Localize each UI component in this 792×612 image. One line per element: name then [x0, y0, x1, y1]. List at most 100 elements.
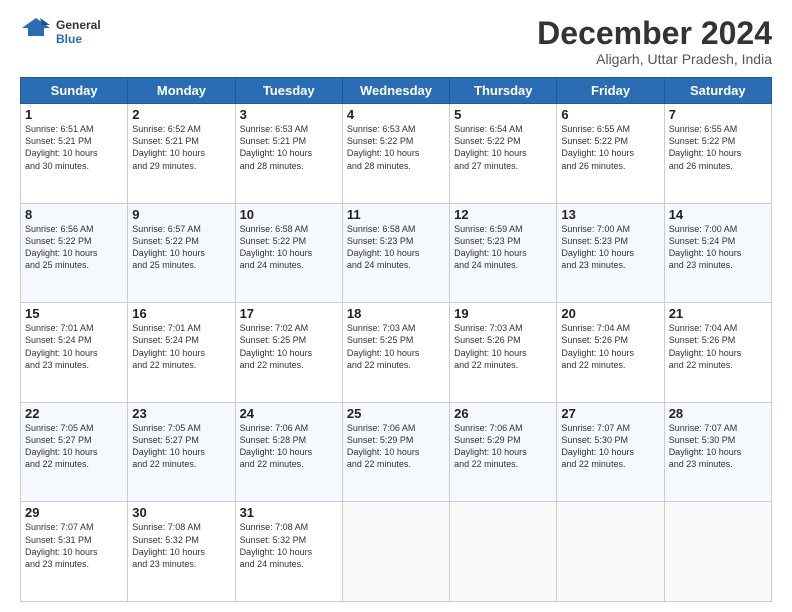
day-number: 7: [669, 107, 767, 122]
day-number: 29: [25, 505, 123, 520]
cell-text: Sunrise: 7:07 AM Sunset: 5:30 PM Dayligh…: [669, 422, 767, 471]
logo-blue: Blue: [56, 32, 101, 46]
calendar-cell: 5Sunrise: 6:54 AM Sunset: 5:22 PM Daylig…: [450, 104, 557, 204]
calendar-cell: 23Sunrise: 7:05 AM Sunset: 5:27 PM Dayli…: [128, 402, 235, 502]
calendar-cell: 18Sunrise: 7:03 AM Sunset: 5:25 PM Dayli…: [342, 303, 449, 403]
day-number: 18: [347, 306, 445, 321]
cell-text: Sunrise: 6:55 AM Sunset: 5:22 PM Dayligh…: [561, 123, 659, 172]
page: GeneralBlue December 2024 Aligarh, Uttar…: [0, 0, 792, 612]
day-number: 23: [132, 406, 230, 421]
calendar-week-row: 1Sunrise: 6:51 AM Sunset: 5:21 PM Daylig…: [21, 104, 772, 204]
calendar-cell: [450, 502, 557, 602]
day-number: 11: [347, 207, 445, 222]
cell-text: Sunrise: 6:52 AM Sunset: 5:21 PM Dayligh…: [132, 123, 230, 172]
cell-text: Sunrise: 7:01 AM Sunset: 5:24 PM Dayligh…: [25, 322, 123, 371]
calendar-cell: 31Sunrise: 7:08 AM Sunset: 5:32 PM Dayli…: [235, 502, 342, 602]
calendar-cell: 14Sunrise: 7:00 AM Sunset: 5:24 PM Dayli…: [664, 203, 771, 303]
col-header-friday: Friday: [557, 78, 664, 104]
day-number: 14: [669, 207, 767, 222]
day-number: 16: [132, 306, 230, 321]
day-number: 17: [240, 306, 338, 321]
day-number: 19: [454, 306, 552, 321]
day-number: 22: [25, 406, 123, 421]
month-title: December 2024: [537, 16, 772, 51]
cell-text: Sunrise: 7:08 AM Sunset: 5:32 PM Dayligh…: [240, 521, 338, 570]
cell-text: Sunrise: 6:59 AM Sunset: 5:23 PM Dayligh…: [454, 223, 552, 272]
day-number: 26: [454, 406, 552, 421]
day-number: 6: [561, 107, 659, 122]
cell-text: Sunrise: 6:54 AM Sunset: 5:22 PM Dayligh…: [454, 123, 552, 172]
cell-text: Sunrise: 6:51 AM Sunset: 5:21 PM Dayligh…: [25, 123, 123, 172]
cell-text: Sunrise: 6:58 AM Sunset: 5:23 PM Dayligh…: [347, 223, 445, 272]
day-number: 3: [240, 107, 338, 122]
cell-text: Sunrise: 7:04 AM Sunset: 5:26 PM Dayligh…: [669, 322, 767, 371]
cell-text: Sunrise: 7:07 AM Sunset: 5:31 PM Dayligh…: [25, 521, 123, 570]
calendar-cell: 10Sunrise: 6:58 AM Sunset: 5:22 PM Dayli…: [235, 203, 342, 303]
cell-text: Sunrise: 7:00 AM Sunset: 5:24 PM Dayligh…: [669, 223, 767, 272]
calendar-cell: 1Sunrise: 6:51 AM Sunset: 5:21 PM Daylig…: [21, 104, 128, 204]
cell-text: Sunrise: 7:06 AM Sunset: 5:28 PM Dayligh…: [240, 422, 338, 471]
cell-text: Sunrise: 7:01 AM Sunset: 5:24 PM Dayligh…: [132, 322, 230, 371]
calendar-cell: 17Sunrise: 7:02 AM Sunset: 5:25 PM Dayli…: [235, 303, 342, 403]
calendar-cell: 4Sunrise: 6:53 AM Sunset: 5:22 PM Daylig…: [342, 104, 449, 204]
cell-text: Sunrise: 7:06 AM Sunset: 5:29 PM Dayligh…: [347, 422, 445, 471]
calendar-cell: 15Sunrise: 7:01 AM Sunset: 5:24 PM Dayli…: [21, 303, 128, 403]
day-number: 31: [240, 505, 338, 520]
cell-text: Sunrise: 7:08 AM Sunset: 5:32 PM Dayligh…: [132, 521, 230, 570]
day-number: 12: [454, 207, 552, 222]
cell-text: Sunrise: 6:58 AM Sunset: 5:22 PM Dayligh…: [240, 223, 338, 272]
calendar-week-row: 22Sunrise: 7:05 AM Sunset: 5:27 PM Dayli…: [21, 402, 772, 502]
day-number: 30: [132, 505, 230, 520]
calendar-cell: 24Sunrise: 7:06 AM Sunset: 5:28 PM Dayli…: [235, 402, 342, 502]
day-number: 9: [132, 207, 230, 222]
calendar-cell: 22Sunrise: 7:05 AM Sunset: 5:27 PM Dayli…: [21, 402, 128, 502]
logo-general: General: [56, 18, 101, 32]
day-number: 13: [561, 207, 659, 222]
calendar-cell: 16Sunrise: 7:01 AM Sunset: 5:24 PM Dayli…: [128, 303, 235, 403]
calendar-cell: 13Sunrise: 7:00 AM Sunset: 5:23 PM Dayli…: [557, 203, 664, 303]
day-number: 20: [561, 306, 659, 321]
col-header-sunday: Sunday: [21, 78, 128, 104]
col-header-wednesday: Wednesday: [342, 78, 449, 104]
calendar-week-row: 15Sunrise: 7:01 AM Sunset: 5:24 PM Dayli…: [21, 303, 772, 403]
cell-text: Sunrise: 6:53 AM Sunset: 5:22 PM Dayligh…: [347, 123, 445, 172]
logo: GeneralBlue: [20, 16, 101, 48]
day-number: 2: [132, 107, 230, 122]
day-number: 28: [669, 406, 767, 421]
cell-text: Sunrise: 6:53 AM Sunset: 5:21 PM Dayligh…: [240, 123, 338, 172]
calendar-cell: 21Sunrise: 7:04 AM Sunset: 5:26 PM Dayli…: [664, 303, 771, 403]
calendar-cell: [342, 502, 449, 602]
calendar-cell: 6Sunrise: 6:55 AM Sunset: 5:22 PM Daylig…: [557, 104, 664, 204]
calendar-cell: 7Sunrise: 6:55 AM Sunset: 5:22 PM Daylig…: [664, 104, 771, 204]
col-header-monday: Monday: [128, 78, 235, 104]
day-number: 25: [347, 406, 445, 421]
cell-text: Sunrise: 7:02 AM Sunset: 5:25 PM Dayligh…: [240, 322, 338, 371]
calendar-cell: 11Sunrise: 6:58 AM Sunset: 5:23 PM Dayli…: [342, 203, 449, 303]
location: Aligarh, Uttar Pradesh, India: [537, 51, 772, 67]
calendar-table: SundayMondayTuesdayWednesdayThursdayFrid…: [20, 77, 772, 602]
cell-text: Sunrise: 7:03 AM Sunset: 5:26 PM Dayligh…: [454, 322, 552, 371]
calendar-cell: [557, 502, 664, 602]
header: GeneralBlue December 2024 Aligarh, Uttar…: [20, 16, 772, 67]
calendar-cell: 29Sunrise: 7:07 AM Sunset: 5:31 PM Dayli…: [21, 502, 128, 602]
calendar-cell: 30Sunrise: 7:08 AM Sunset: 5:32 PM Dayli…: [128, 502, 235, 602]
calendar-cell: 26Sunrise: 7:06 AM Sunset: 5:29 PM Dayli…: [450, 402, 557, 502]
calendar-header-row: SundayMondayTuesdayWednesdayThursdayFrid…: [21, 78, 772, 104]
cell-text: Sunrise: 7:07 AM Sunset: 5:30 PM Dayligh…: [561, 422, 659, 471]
cell-text: Sunrise: 6:57 AM Sunset: 5:22 PM Dayligh…: [132, 223, 230, 272]
day-number: 1: [25, 107, 123, 122]
calendar-week-row: 29Sunrise: 7:07 AM Sunset: 5:31 PM Dayli…: [21, 502, 772, 602]
day-number: 21: [669, 306, 767, 321]
calendar-week-row: 8Sunrise: 6:56 AM Sunset: 5:22 PM Daylig…: [21, 203, 772, 303]
day-number: 15: [25, 306, 123, 321]
calendar-cell: 12Sunrise: 6:59 AM Sunset: 5:23 PM Dayli…: [450, 203, 557, 303]
col-header-thursday: Thursday: [450, 78, 557, 104]
calendar-cell: 20Sunrise: 7:04 AM Sunset: 5:26 PM Dayli…: [557, 303, 664, 403]
day-number: 4: [347, 107, 445, 122]
calendar-cell: 25Sunrise: 7:06 AM Sunset: 5:29 PM Dayli…: [342, 402, 449, 502]
calendar-cell: 19Sunrise: 7:03 AM Sunset: 5:26 PM Dayli…: [450, 303, 557, 403]
title-block: December 2024 Aligarh, Uttar Pradesh, In…: [537, 16, 772, 67]
day-number: 10: [240, 207, 338, 222]
cell-text: Sunrise: 7:00 AM Sunset: 5:23 PM Dayligh…: [561, 223, 659, 272]
cell-text: Sunrise: 6:56 AM Sunset: 5:22 PM Dayligh…: [25, 223, 123, 272]
